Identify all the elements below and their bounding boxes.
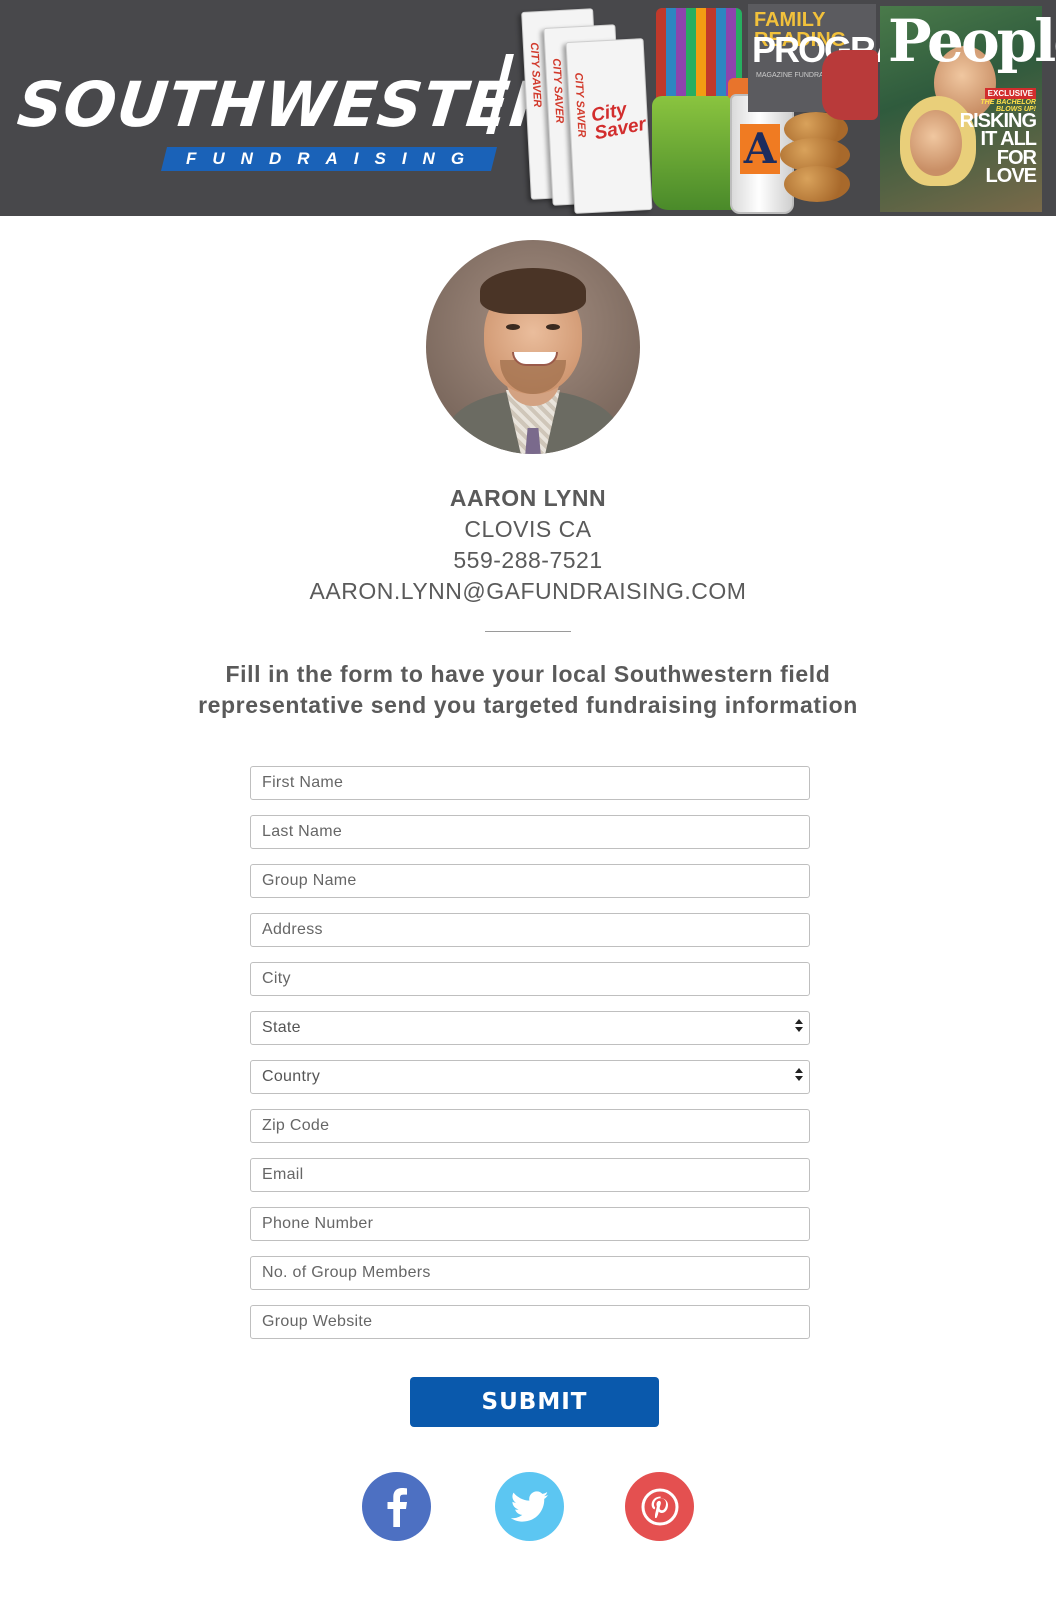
rep-city: CLOVIS CA — [464, 516, 592, 542]
pinterest-button[interactable] — [625, 1472, 694, 1541]
phone-input[interactable] — [250, 1207, 810, 1241]
divider — [485, 631, 571, 632]
product-collage: CITY SAVER CITY SAVER CITY SAVER City Sa… — [521, 0, 1056, 216]
select-arrows-icon — [795, 1019, 803, 1037]
twitter-button[interactable] — [495, 1472, 564, 1541]
twitter-icon — [510, 1490, 548, 1522]
group-website-input[interactable] — [250, 1305, 810, 1339]
state-select[interactable]: State — [250, 1011, 810, 1045]
submit-button[interactable]: SUBMIT — [410, 1377, 659, 1427]
city-saver-book: CITY SAVER City Saver — [565, 38, 653, 214]
magazine-shoe-image — [822, 50, 878, 120]
facebook-icon — [387, 1487, 407, 1527]
zip-code-input[interactable] — [250, 1109, 810, 1143]
country-select[interactable]: Country — [250, 1060, 810, 1094]
group-members-input[interactable] — [250, 1256, 810, 1290]
email-input[interactable] — [250, 1158, 810, 1192]
pinterest-icon — [641, 1488, 678, 1525]
last-name-input[interactable] — [250, 815, 810, 849]
rep-phone[interactable]: 559-288-7521 — [0, 547, 1056, 574]
logo-subtitle: FUNDRAISING — [186, 149, 481, 168]
country-select-value: Country — [262, 1068, 321, 1085]
people-headline: RISKING IT ALL FOR LOVE — [959, 110, 1037, 188]
group-name-input[interactable] — [250, 864, 810, 898]
southwestern-fundraising-logo[interactable]: SOUTHWESTERN FUNDRAISING — [14, 52, 615, 182]
state-select-value: State — [262, 1019, 301, 1036]
cookie — [784, 166, 850, 202]
rep-email[interactable]: AARON.LYNN@GAFUNDRAISING.COM — [0, 578, 1056, 605]
team-logo: A — [740, 124, 780, 174]
address-input[interactable] — [250, 913, 810, 947]
header-banner: SOUTHWESTERN FUNDRAISING CITY SAVER CITY… — [0, 0, 1056, 216]
select-arrows-icon — [795, 1068, 803, 1086]
first-name-input[interactable] — [250, 766, 810, 800]
form-intro-text: Fill in the form to have your local Sout… — [198, 661, 858, 718]
facebook-button[interactable] — [362, 1472, 431, 1541]
city-input[interactable] — [250, 962, 810, 996]
people-logo: People — [888, 7, 1056, 75]
rep-name: AARON LYNN — [449, 485, 607, 511]
city-saver-title: City Saver — [589, 99, 648, 145]
people-magazine: People EXCLUSIVE THE BACHELOR BLOWS UP! … — [880, 6, 1056, 212]
rep-avatar — [426, 240, 640, 454]
